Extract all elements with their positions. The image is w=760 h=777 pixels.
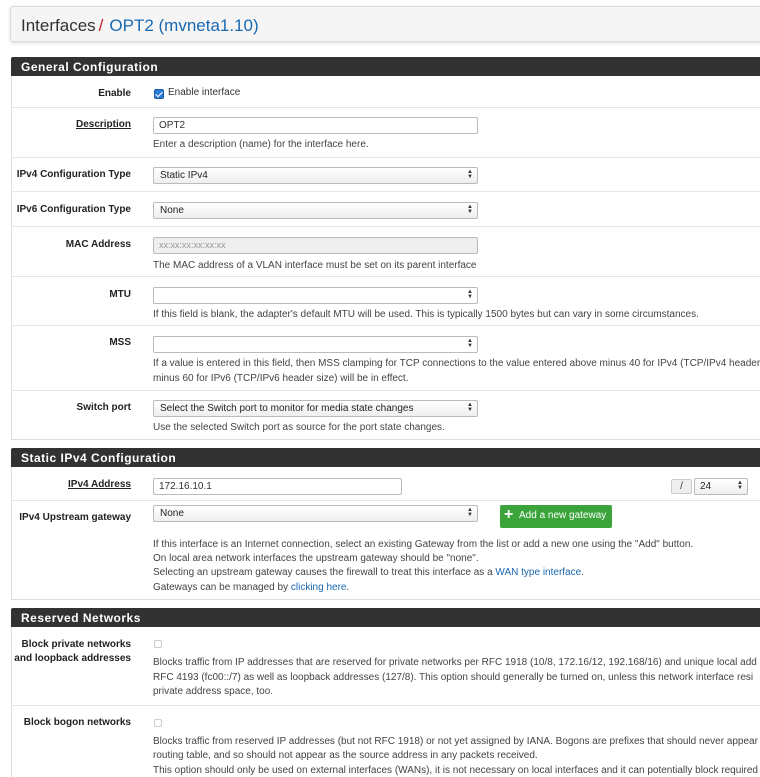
switch-port-label: Switch port xyxy=(76,402,131,413)
enable-checkbox-label[interactable]: Enable interface xyxy=(168,86,240,101)
enable-row: Enable Enable interface xyxy=(11,76,760,108)
mss-label: MSS xyxy=(109,337,131,348)
ipv4-type-label: IPv4 Configuration Type xyxy=(16,169,131,180)
switch-port-help: Use the selected Switch port as source f… xyxy=(153,422,445,433)
mtu-input[interactable]: ▲ ▼ xyxy=(153,287,478,304)
block-bogon-label: Block bogon networks xyxy=(23,717,131,728)
cidr-slash: / xyxy=(671,479,692,494)
block-bogon-row: Block bogon networks Blocks traffic from… xyxy=(11,706,760,777)
plus-icon: + xyxy=(504,506,514,523)
mac-label: MAC Address xyxy=(65,239,131,250)
enable-checkbox[interactable] xyxy=(154,89,164,99)
breadcrumb-separator: / xyxy=(98,16,104,35)
select-arrows-icon: ▲ ▼ xyxy=(467,169,473,180)
switch-port-value: Select the Switch port to monitor for me… xyxy=(160,403,414,414)
switch-port-select[interactable]: Select the Switch port to monitor for me… xyxy=(153,400,478,417)
ipv4-type-select[interactable]: Static IPv4 ▲ ▼ xyxy=(153,167,478,184)
block-private-checkbox[interactable] xyxy=(154,640,162,648)
breadcrumb-current[interactable]: OPT2 (mvneta1.10) xyxy=(109,16,258,35)
ipv6-type-label: IPv6 Configuration Type xyxy=(16,204,131,215)
description-input[interactable]: OPT2 xyxy=(153,117,478,134)
block-bogon-checkbox[interactable] xyxy=(154,719,162,727)
mtu-help: If this field is blank, the adapter's de… xyxy=(153,309,699,320)
description-row: Description OPT2 Enter a description (na… xyxy=(11,108,760,158)
description-help: Enter a description (name) for the inter… xyxy=(153,139,369,150)
block-private-help-line-1: Blocks traffic from IP addresses that ar… xyxy=(153,657,757,668)
add-gateway-button-label: Add a new gateway xyxy=(519,510,607,521)
ipv4-address-row: IPv4 Address 172.16.10.1 / 24 ▲ ▼ xyxy=(11,467,760,501)
cidr-value: 24 xyxy=(700,481,712,492)
add-gateway-button[interactable]: + Add a new gateway xyxy=(500,505,613,528)
mss-input[interactable]: ▲ ▼ xyxy=(153,336,478,353)
select-arrows-icon: ▲ ▼ xyxy=(467,507,473,518)
gateway-help-line-1: If this interface is an Internet connect… xyxy=(153,539,694,550)
block-bogon-help-line-2: routing table, and so should not appear … xyxy=(153,750,538,761)
mac-help: The MAC address of a VLAN interface must… xyxy=(153,260,477,271)
mac-row: MAC Address xx:xx:xx:xx:xx:xx The MAC ad… xyxy=(11,227,760,277)
select-arrows-icon: ▲ ▼ xyxy=(737,480,743,491)
mss-help-line-1: If a value is entered in this field, the… xyxy=(153,358,760,369)
gateway-help-line-3: Selecting an upstream gateway causes the… xyxy=(153,567,584,578)
block-private-row: Block private networks and loopback addr… xyxy=(11,627,760,706)
ipv6-type-row: IPv6 Configuration Type None ▲ ▼ xyxy=(11,192,760,227)
ipv4-gateway-select[interactable]: None ▲ ▼ xyxy=(153,505,478,522)
ipv4-gateway-label: IPv4 Upstream gateway xyxy=(19,512,131,523)
breadcrumb-root[interactable]: Interfaces xyxy=(21,16,96,35)
reserved-networks-heading: Reserved Networks xyxy=(11,608,760,627)
general-config-heading: General Configuration xyxy=(11,57,760,76)
mss-help-line-2: minus 60 for IPv6 (TCP/IPv6 header size)… xyxy=(153,373,409,384)
cidr-select[interactable]: 24 ▲ ▼ xyxy=(694,478,748,495)
clicking-here-link[interactable]: clicking here xyxy=(291,582,347,593)
ipv4-gateway-row: IPv4 Upstream gateway None ▲ ▼ + Add a ne… xyxy=(11,501,760,600)
wan-type-interface-link[interactable]: WAN type interface xyxy=(495,567,581,578)
mtu-label: MTU xyxy=(109,289,131,300)
description-label: Description xyxy=(75,119,131,130)
spinner-icon[interactable]: ▲ ▼ xyxy=(467,338,473,349)
block-private-label: Block private networks and loopback addr… xyxy=(14,639,131,664)
block-private-help-line-2: RFC 4193 (fc00::/7) as well as loopback … xyxy=(153,672,754,683)
gateway-help-line-2: On local area network interfaces the ups… xyxy=(153,553,479,564)
switch-port-row: Switch port Select the Switch port to mo… xyxy=(11,391,760,440)
ipv4-type-row: IPv4 Configuration Type Static IPv4 ▲ ▼ xyxy=(11,158,760,192)
select-arrows-icon: ▲ ▼ xyxy=(467,204,473,215)
ipv6-type-value: None xyxy=(160,205,184,216)
enable-label: Enable xyxy=(98,88,131,99)
block-private-help-line-3: private address space, too. xyxy=(153,686,274,697)
ipv6-type-select[interactable]: None ▲ ▼ xyxy=(153,202,478,219)
ipv4-address-label: IPv4 Address xyxy=(68,479,131,490)
breadcrumb: Interfaces / OPT2 (mvneta1.10) xyxy=(10,6,760,42)
mac-input[interactable]: xx:xx:xx:xx:xx:xx xyxy=(153,237,478,254)
ipv4-address-input[interactable]: 172.16.10.1 xyxy=(153,478,402,495)
select-arrows-icon: ▲ ▼ xyxy=(467,402,473,413)
mss-row: MSS ▲ ▼ If a value is entered in this fie… xyxy=(11,326,760,391)
block-bogon-help-line-3: This option should only be used on exter… xyxy=(153,765,758,776)
gateway-help-line-4: Gateways can be managed by clicking here… xyxy=(153,582,350,593)
ipv4-type-value: Static IPv4 xyxy=(160,170,208,181)
mtu-row: MTU ▲ ▼ If this field is blank, the adapt… xyxy=(11,277,760,326)
ipv4-gateway-value: None xyxy=(160,508,184,519)
spinner-icon[interactable]: ▲ ▼ xyxy=(467,289,473,300)
static-ipv4-heading: Static IPv4 Configuration xyxy=(11,448,760,467)
block-bogon-help-line-1: Blocks traffic from reserved IP addresse… xyxy=(153,736,758,747)
